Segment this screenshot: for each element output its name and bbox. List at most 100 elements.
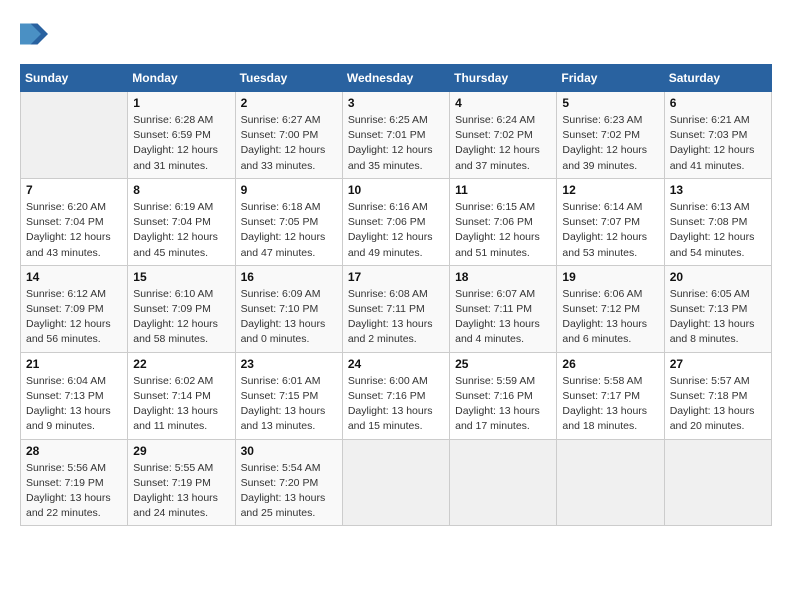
calendar-cell: 29Sunrise: 5:55 AM Sunset: 7:19 PM Dayli… <box>128 439 235 526</box>
column-header-thursday: Thursday <box>450 65 557 92</box>
day-number: 4 <box>455 96 551 110</box>
day-info: Sunrise: 6:15 AM Sunset: 7:06 PM Dayligh… <box>455 200 551 261</box>
calendar-cell: 28 Sunrise: 5:56 AM Sunset: 7:19 PM Dayli… <box>21 439 128 526</box>
day-info: Sunrise: 6:24 AM Sunset: 7:02 PM Dayligh… <box>455 113 551 174</box>
calendar-cell <box>342 439 449 526</box>
calendar-table: SundayMondayTuesdayWednesdayThursdayFrid… <box>20 64 772 526</box>
column-header-friday: Friday <box>557 65 664 92</box>
day-number: 11 <box>455 183 551 197</box>
calendar-cell: 16 Sunrise: 6:09 AM Sunset: 7:10 PM Dayli… <box>235 265 342 352</box>
day-number: 22 <box>133 357 229 371</box>
page-header <box>20 20 772 48</box>
calendar-cell <box>450 439 557 526</box>
calendar-cell: 19 Sunrise: 6:06 AM Sunset: 7:12 PM Dayli… <box>557 265 664 352</box>
day-number: 1 <box>133 96 229 110</box>
day-info: Sunrise: 6:13 AM Sunset: 7:08 PM Dayligh… <box>670 200 766 261</box>
day-number: 10 <box>348 183 444 197</box>
day-number: 5 <box>562 96 658 110</box>
day-number: 30 <box>241 444 337 458</box>
calendar-cell: 17Sunrise: 6:08 AM Sunset: 7:11 PM Dayli… <box>342 265 449 352</box>
day-number: 13 <box>670 183 766 197</box>
column-header-tuesday: Tuesday <box>235 65 342 92</box>
day-info: Sunrise: 6:16 AM Sunset: 7:06 PM Dayligh… <box>348 200 444 261</box>
day-info: Sunrise: 6:12 AM Sunset: 7:09 PM Dayligh… <box>26 287 122 348</box>
day-number: 18 <box>455 270 551 284</box>
calendar-cell: 1Sunrise: 6:28 AM Sunset: 6:59 PM Daylig… <box>128 92 235 179</box>
calendar-cell: 15 Sunrise: 6:10 AM Sunset: 7:09 PM Dayli… <box>128 265 235 352</box>
day-info: Sunrise: 6:20 AM Sunset: 7:04 PM Dayligh… <box>26 200 122 261</box>
calendar-cell: 18 Sunrise: 6:07 AM Sunset: 7:11 PM Dayli… <box>450 265 557 352</box>
column-header-sunday: Sunday <box>21 65 128 92</box>
day-info: Sunrise: 5:58 AM Sunset: 7:17 PM Dayligh… <box>562 374 658 435</box>
calendar-cell <box>557 439 664 526</box>
day-info: Sunrise: 6:07 AM Sunset: 7:11 PM Dayligh… <box>455 287 551 348</box>
calendar-cell: 10 Sunrise: 6:16 AM Sunset: 7:06 PM Dayli… <box>342 178 449 265</box>
calendar-cell: 3 Sunrise: 6:25 AM Sunset: 7:01 PM Daylig… <box>342 92 449 179</box>
day-number: 7 <box>26 183 122 197</box>
logo <box>20 20 52 48</box>
day-number: 12 <box>562 183 658 197</box>
calendar-cell: 6 Sunrise: 6:21 AM Sunset: 7:03 PM Daylig… <box>664 92 771 179</box>
calendar-cell: 14Sunrise: 6:12 AM Sunset: 7:09 PM Dayli… <box>21 265 128 352</box>
day-info: Sunrise: 6:21 AM Sunset: 7:03 PM Dayligh… <box>670 113 766 174</box>
day-info: Sunrise: 5:54 AM Sunset: 7:20 PM Dayligh… <box>241 461 337 522</box>
day-info: Sunrise: 5:59 AM Sunset: 7:16 PM Dayligh… <box>455 374 551 435</box>
calendar-cell: 22 Sunrise: 6:02 AM Sunset: 7:14 PM Dayli… <box>128 352 235 439</box>
day-number: 28 <box>26 444 122 458</box>
day-info: Sunrise: 6:08 AM Sunset: 7:11 PM Dayligh… <box>348 287 444 348</box>
calendar-cell: 21 Sunrise: 6:04 AM Sunset: 7:13 PM Dayli… <box>21 352 128 439</box>
column-header-monday: Monday <box>128 65 235 92</box>
day-number: 8 <box>133 183 229 197</box>
day-info: Sunrise: 6:00 AM Sunset: 7:16 PM Dayligh… <box>348 374 444 435</box>
day-number: 9 <box>241 183 337 197</box>
day-info: Sunrise: 6:02 AM Sunset: 7:14 PM Dayligh… <box>133 374 229 435</box>
calendar-cell: 11 Sunrise: 6:15 AM Sunset: 7:06 PM Dayli… <box>450 178 557 265</box>
day-info: Sunrise: 6:23 AM Sunset: 7:02 PM Dayligh… <box>562 113 658 174</box>
calendar-cell: 7 Sunrise: 6:20 AM Sunset: 7:04 PM Daylig… <box>21 178 128 265</box>
calendar-cell: 8 Sunrise: 6:19 AM Sunset: 7:04 PM Daylig… <box>128 178 235 265</box>
day-info: Sunrise: 6:18 AM Sunset: 7:05 PM Dayligh… <box>241 200 337 261</box>
calendar-cell: 4 Sunrise: 6:24 AM Sunset: 7:02 PM Daylig… <box>450 92 557 179</box>
calendar-cell: 12 Sunrise: 6:14 AM Sunset: 7:07 PM Dayli… <box>557 178 664 265</box>
day-number: 3 <box>348 96 444 110</box>
day-info: Sunrise: 6:19 AM Sunset: 7:04 PM Dayligh… <box>133 200 229 261</box>
column-header-wednesday: Wednesday <box>342 65 449 92</box>
day-info: Sunrise: 5:57 AM Sunset: 7:18 PM Dayligh… <box>670 374 766 435</box>
calendar-cell: 5 Sunrise: 6:23 AM Sunset: 7:02 PM Daylig… <box>557 92 664 179</box>
calendar-cell: 30 Sunrise: 5:54 AM Sunset: 7:20 PM Dayli… <box>235 439 342 526</box>
day-number: 21 <box>26 357 122 371</box>
calendar-cell: 24 Sunrise: 6:00 AM Sunset: 7:16 PM Dayli… <box>342 352 449 439</box>
calendar-cell: 23 Sunrise: 6:01 AM Sunset: 7:15 PM Dayli… <box>235 352 342 439</box>
day-number: 19 <box>562 270 658 284</box>
day-info: Sunrise: 6:27 AM Sunset: 7:00 PM Dayligh… <box>241 113 337 174</box>
day-info: Sunrise: 6:05 AM Sunset: 7:13 PM Dayligh… <box>670 287 766 348</box>
calendar-cell: 9 Sunrise: 6:18 AM Sunset: 7:05 PM Daylig… <box>235 178 342 265</box>
day-number: 6 <box>670 96 766 110</box>
day-number: 20 <box>670 270 766 284</box>
day-info: Sunrise: 5:56 AM Sunset: 7:19 PM Dayligh… <box>26 461 122 522</box>
day-number: 2 <box>241 96 337 110</box>
day-info: Sunrise: 6:10 AM Sunset: 7:09 PM Dayligh… <box>133 287 229 348</box>
day-number: 24 <box>348 357 444 371</box>
column-header-saturday: Saturday <box>664 65 771 92</box>
day-info: Sunrise: 6:06 AM Sunset: 7:12 PM Dayligh… <box>562 287 658 348</box>
calendar-cell: 13 Sunrise: 6:13 AM Sunset: 7:08 PM Dayli… <box>664 178 771 265</box>
day-info: Sunrise: 6:04 AM Sunset: 7:13 PM Dayligh… <box>26 374 122 435</box>
day-number: 16 <box>241 270 337 284</box>
day-number: 27 <box>670 357 766 371</box>
day-info: Sunrise: 6:25 AM Sunset: 7:01 PM Dayligh… <box>348 113 444 174</box>
day-info: Sunrise: 6:01 AM Sunset: 7:15 PM Dayligh… <box>241 374 337 435</box>
day-number: 26 <box>562 357 658 371</box>
calendar-cell <box>21 92 128 179</box>
day-number: 23 <box>241 357 337 371</box>
day-number: 29 <box>133 444 229 458</box>
day-info: Sunrise: 6:14 AM Sunset: 7:07 PM Dayligh… <box>562 200 658 261</box>
logo-icon <box>20 20 48 48</box>
day-number: 15 <box>133 270 229 284</box>
calendar-cell: 27 Sunrise: 5:57 AM Sunset: 7:18 PM Dayli… <box>664 352 771 439</box>
calendar-cell: 20 Sunrise: 6:05 AM Sunset: 7:13 PM Dayli… <box>664 265 771 352</box>
calendar-cell: 26 Sunrise: 5:58 AM Sunset: 7:17 PM Dayli… <box>557 352 664 439</box>
day-info: Sunrise: 6:09 AM Sunset: 7:10 PM Dayligh… <box>241 287 337 348</box>
calendar-cell: 2 Sunrise: 6:27 AM Sunset: 7:00 PM Daylig… <box>235 92 342 179</box>
calendar-cell: 25Sunrise: 5:59 AM Sunset: 7:16 PM Dayli… <box>450 352 557 439</box>
